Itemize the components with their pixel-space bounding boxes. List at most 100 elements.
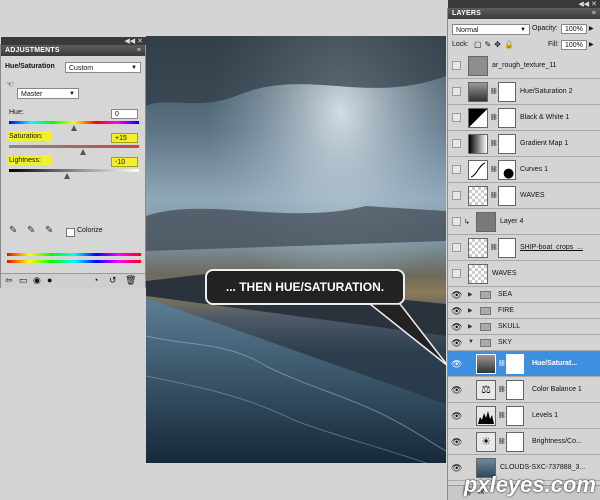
hue-saturation-adjustment-icon: [476, 354, 496, 374]
layer-row[interactable]: ⛓ Hue/Saturation 2: [448, 79, 600, 105]
panel-menu-icon[interactable]: ≡: [137, 45, 141, 56]
colorize-checkbox[interactable]: [66, 228, 75, 237]
lock-label: Lock:: [452, 41, 469, 48]
layer-mask-thumbnail: [506, 432, 524, 452]
layer-name: Black & White 1: [520, 114, 570, 121]
lock-icons[interactable]: ▢✎✥🔒: [474, 40, 517, 49]
expand-triangle-icon[interactable]: ▶: [468, 307, 473, 314]
chain-link-icon: ⛓: [490, 89, 498, 95]
visibility-toggle[interactable]: [452, 269, 461, 278]
eye-icon[interactable]: 👁: [451, 306, 462, 316]
layer-row[interactable]: ⛓ WAVES: [448, 183, 600, 209]
lightness-input[interactable]: -10: [111, 157, 138, 167]
layer-row[interactable]: ⛓ Black & White 1: [448, 105, 600, 131]
visibility-toggle[interactable]: [452, 165, 461, 174]
layer-mask-thumbnail: [506, 380, 524, 400]
layer-row[interactable]: ⛓ Curves 1: [448, 157, 600, 183]
layer-row-selected[interactable]: 👁 ⛓ Hue/Saturat...: [448, 351, 600, 377]
visibility-toggle[interactable]: [452, 61, 461, 70]
eye-icon[interactable]: 👁: [451, 322, 462, 332]
reset-icon[interactable]: ↺: [109, 275, 117, 286]
blend-mode-select[interactable]: Normal ▼: [452, 24, 530, 35]
histogram-icon: [478, 411, 494, 424]
folder-open-icon: [480, 339, 491, 347]
group-name: SKULL: [498, 323, 521, 330]
layer-row[interactable]: ↳ Layer 4: [448, 209, 600, 235]
curves-adjustment-icon: [468, 160, 488, 180]
layer-row[interactable]: 👁 ⛓ Levels 1: [448, 403, 600, 429]
watermark: pxleyes.com: [463, 472, 596, 497]
panel-top-bar: ◀◀ ✕: [1, 37, 147, 45]
panel-collapse-icon[interactable]: ◀◀ ✕: [124, 37, 143, 45]
layer-name: Hue/Saturat...: [532, 360, 578, 367]
chain-link-icon: ⛓: [490, 245, 498, 251]
layer-thumbnail: [468, 264, 488, 284]
eyedropper-icon[interactable]: ✎: [9, 225, 17, 236]
opacity-arrow-icon[interactable]: ▶: [589, 25, 594, 32]
layer-mask-thumbnail: [506, 406, 524, 426]
layer-row[interactable]: 👁 ☀ ⛓ Brightness/Co...: [448, 429, 600, 455]
saturation-input[interactable]: +15: [111, 133, 138, 143]
fill-arrow-icon[interactable]: ▶: [589, 41, 594, 48]
visibility-toggle[interactable]: [452, 243, 461, 252]
lightness-slider-track[interactable]: [9, 169, 139, 172]
gradient-map-adjustment-icon: [468, 134, 488, 154]
visibility-toggle[interactable]: [452, 139, 461, 148]
visibility-toggle[interactable]: [452, 113, 461, 122]
back-icon[interactable]: ⇦: [5, 275, 13, 286]
visibility-toggle[interactable]: [452, 217, 461, 226]
layer-row[interactable]: WAVES: [448, 261, 600, 287]
expand-triangle-icon[interactable]: ▶: [468, 323, 473, 330]
eye-icon[interactable]: 👁: [451, 437, 462, 447]
eyedropper-minus-icon[interactable]: ✎: [45, 225, 53, 236]
fill-input[interactable]: 100%: [561, 40, 587, 50]
layer-row[interactable]: 👁 ⚖ ⛓ Color Balance 1: [448, 377, 600, 403]
panel-menu-icon[interactable]: ≡: [592, 8, 596, 19]
eye-icon[interactable]: 👁: [451, 411, 462, 421]
expand-icon[interactable]: ▭: [19, 275, 28, 286]
collapse-triangle-icon[interactable]: ▼: [468, 339, 474, 345]
opacity-label: Opacity:: [532, 25, 558, 32]
eye-icon[interactable]: 👁: [451, 290, 462, 300]
trash-icon[interactable]: 🗑: [125, 275, 136, 286]
layer-name: Curves 1: [520, 166, 549, 173]
layer-group-row[interactable]: 👁 ▶ FIRE: [448, 303, 600, 319]
visibility-toggle[interactable]: [452, 87, 461, 96]
layer-group-row[interactable]: 👁 ▶ SEA: [448, 287, 600, 303]
adjustments-panel: ◀◀ ✕ ADJUSTMENTS ≡ Hue/Saturation Custom…: [0, 37, 147, 288]
eyedropper-plus-icon[interactable]: ✎: [27, 225, 35, 236]
layer-group-row[interactable]: 👁 ▶ SKULL: [448, 319, 600, 335]
clipping-arrow-icon: ↳: [464, 219, 470, 226]
layer-row[interactable]: ⛓ Gradient Map 1: [448, 131, 600, 157]
eye-icon[interactable]: 👁: [451, 385, 462, 395]
document-canvas[interactable]: [146, 36, 446, 463]
visibility-toggle[interactable]: [452, 191, 461, 200]
hue-slider-track[interactable]: [9, 121, 139, 124]
eye-icon[interactable]: 👁: [451, 359, 462, 369]
expand-triangle-icon[interactable]: ▶: [468, 291, 473, 298]
opacity-input[interactable]: 100%: [561, 24, 587, 34]
hue-slider-thumb[interactable]: [71, 125, 77, 131]
lightness-slider-thumb[interactable]: [64, 173, 70, 179]
color-balance-adjustment-icon: ⚖: [476, 380, 496, 400]
layer-thumbnail: [468, 186, 488, 206]
preset-select[interactable]: Custom ▼: [65, 62, 141, 73]
group-name: SEA: [498, 291, 513, 298]
layer-group-row[interactable]: 👁 ▼ SKY: [448, 335, 600, 351]
layer-mask-thumbnail: [498, 82, 516, 102]
hand-tool-icon[interactable]: ☜: [6, 79, 14, 90]
chain-link-icon: ⛓: [498, 361, 506, 367]
eye-icon[interactable]: 👁: [451, 463, 462, 473]
view-previous-icon[interactable]: ◔: [93, 275, 98, 285]
callout-text: ... THEN HUE/SATURATION.: [225, 280, 385, 294]
channel-select[interactable]: Master ▼: [17, 88, 79, 99]
layer-row[interactable]: ar_rough_texture_11: [448, 53, 600, 79]
visibility-icon[interactable]: ●: [47, 275, 52, 285]
clip-icon[interactable]: ◉: [33, 275, 41, 286]
panel-collapse-icon[interactable]: ◀◀ ✕: [578, 0, 597, 8]
layer-row[interactable]: ⛓ SHIP-boat_crops_...: [448, 235, 600, 261]
hue-input[interactable]: 0: [111, 109, 138, 119]
eye-icon[interactable]: 👁: [451, 338, 462, 348]
saturation-slider-track[interactable]: [9, 145, 139, 148]
saturation-slider-thumb[interactable]: [80, 149, 86, 155]
